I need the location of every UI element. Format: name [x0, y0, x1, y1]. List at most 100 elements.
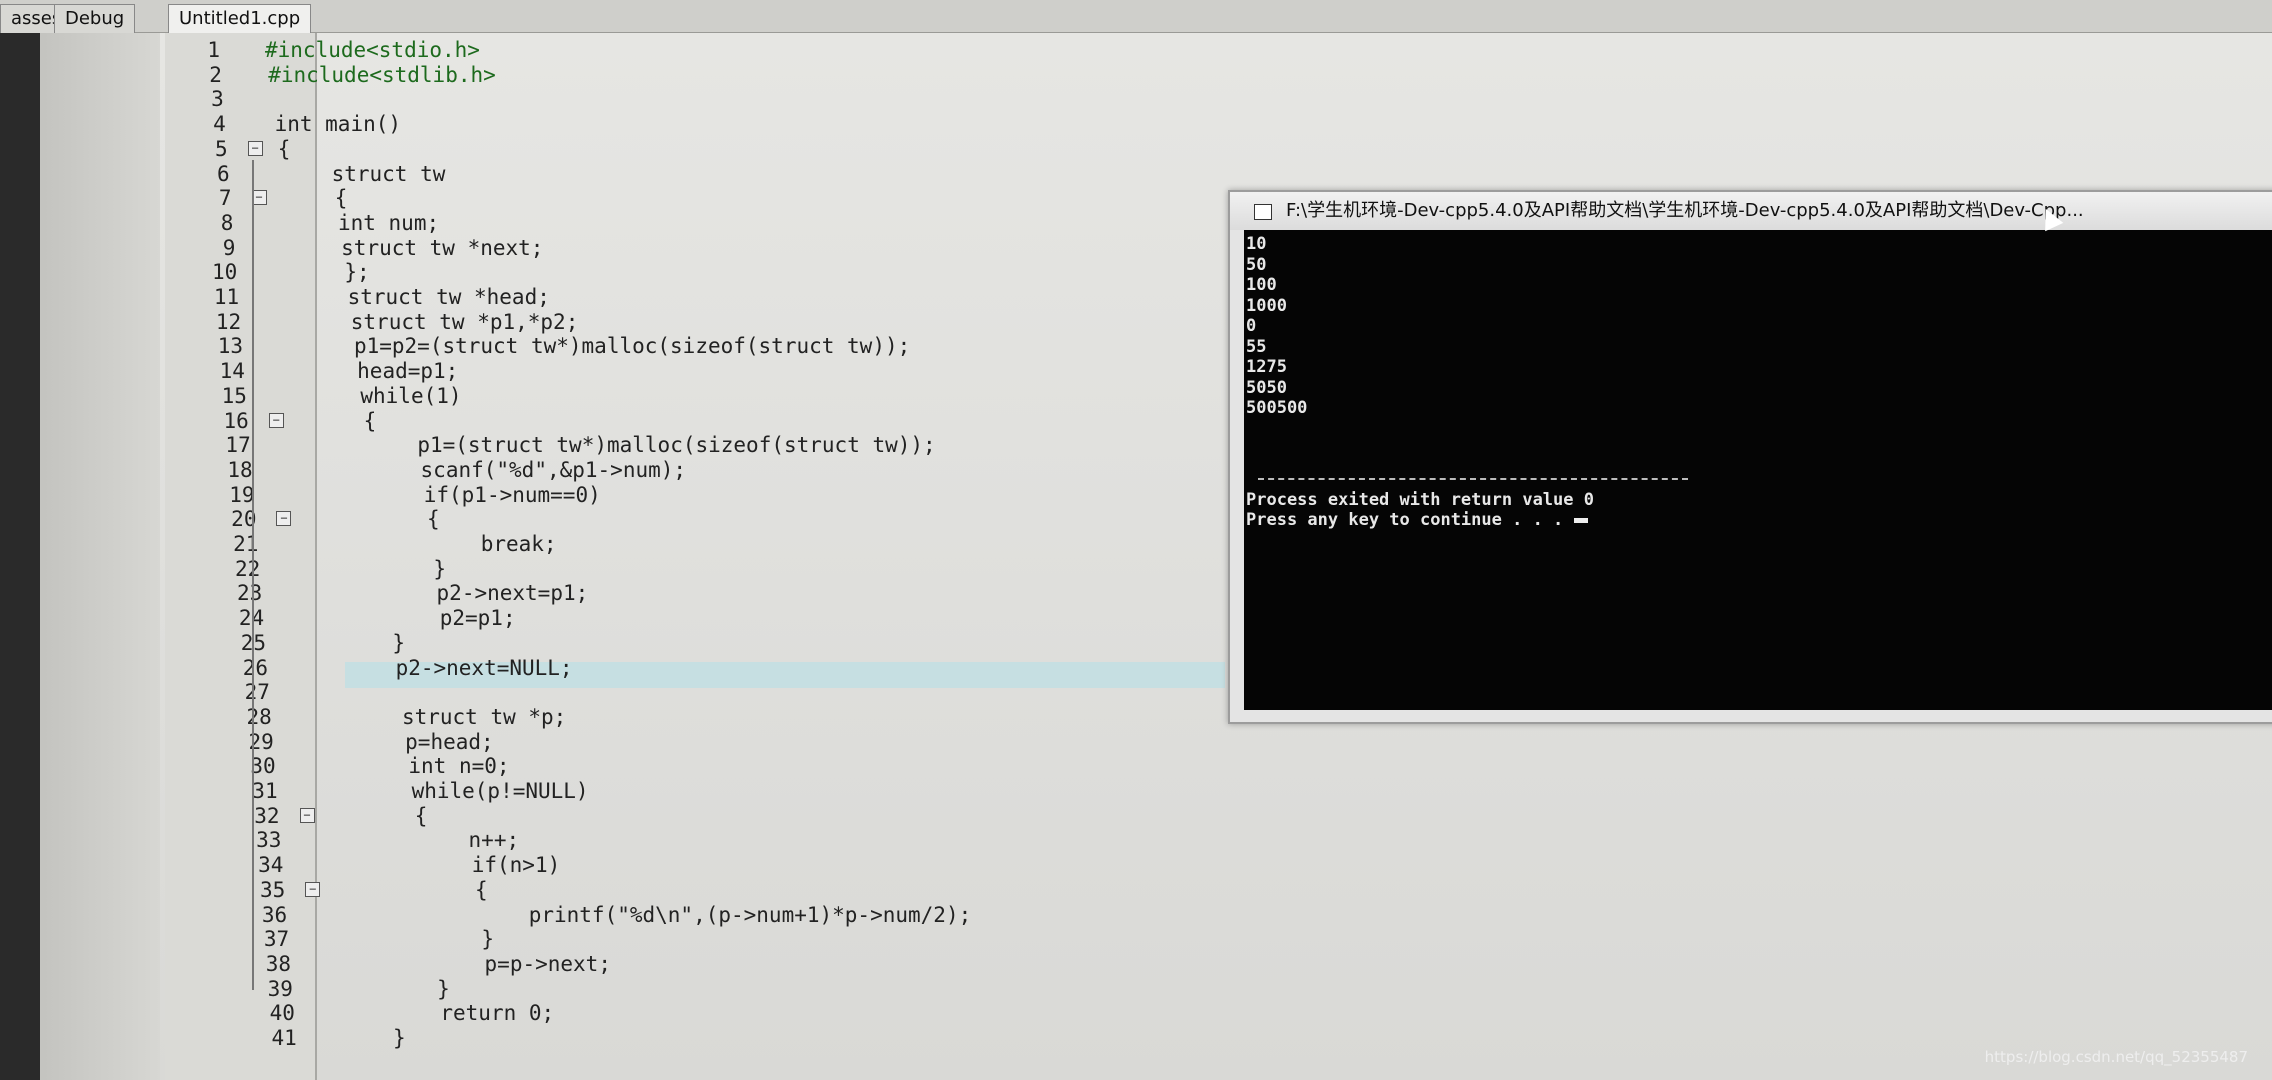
code-line[interactable]: p1=p2=(struct tw*)malloc(sizeof(struct t…: [303, 334, 910, 358]
console-app-icon: [1254, 204, 1272, 220]
output-line: 10: [1246, 234, 1267, 254]
code-line[interactable]: head=p1;: [307, 359, 458, 383]
line-number: 39: [267, 976, 293, 1001]
line-number: 4: [213, 112, 226, 137]
code-line[interactable]: {: [326, 507, 440, 531]
code-line[interactable]: {: [284, 186, 348, 210]
output-separator: [1258, 478, 1688, 482]
line-number: 8: [220, 210, 234, 235]
line-number: 6: [216, 161, 230, 186]
line-number: 29: [248, 729, 274, 754]
code-line[interactable]: p=head;: [355, 730, 494, 754]
code-line[interactable]: struct tw *next;: [291, 236, 543, 260]
code-line[interactable]: {: [313, 409, 377, 433]
line-number: 17: [225, 433, 251, 458]
output-line: 1275: [1246, 357, 1287, 377]
line-number: 38: [265, 951, 292, 976]
output-line: 5050: [1246, 377, 1287, 398]
line-number: 2: [209, 62, 222, 87]
code-line[interactable]: struct tw: [281, 162, 446, 186]
output-line: 55: [1246, 336, 1267, 357]
watermark: https://blog.csdn.net/qq_52355487: [1984, 1048, 2248, 1066]
code-line[interactable]: scanf("%d",&p1->num);: [319, 458, 687, 482]
line-number: 30: [250, 754, 276, 779]
line-number: 31: [252, 779, 278, 803]
code-line[interactable]: struct tw *head;: [297, 285, 550, 309]
code-line[interactable]: p2->next=NULL;: [345, 656, 573, 680]
code-line[interactable]: }: [380, 927, 494, 951]
code-line[interactable]: while(1): [310, 384, 461, 408]
code-line[interactable]: int n=0;: [358, 754, 509, 778]
code-line[interactable]: int num;: [287, 211, 439, 235]
code-line[interactable]: {: [278, 137, 291, 161]
line-number: 35: [259, 877, 286, 902]
line-number: 41: [271, 1026, 297, 1050]
tab-debug[interactable]: Debug: [54, 4, 136, 33]
code-line[interactable]: while(p!=NULL): [361, 779, 589, 803]
code-line[interactable]: struct tw *p;: [351, 705, 566, 729]
line-number: 11: [213, 285, 240, 309]
output-line: 1000: [1246, 295, 1287, 316]
code-line[interactable]: printf("%d\n",(p->num+1)*p->num/2);: [377, 903, 972, 927]
code-line[interactable]: {: [364, 804, 428, 828]
code-line[interactable]: p=p->next;: [383, 952, 611, 976]
line-number: 7: [218, 186, 232, 211]
fold-toggle-icon[interactable]: −: [299, 807, 315, 823]
code-line[interactable]: {: [374, 878, 488, 902]
console-output[interactable]: 10 50 100 1000 0 55 1275 5050 500500 Process exi…: [1244, 230, 2272, 710]
output-line: 50: [1246, 254, 1267, 275]
exit-message: Process exited with return value 0: [1246, 490, 1594, 510]
line-number: 3: [211, 87, 224, 112]
code-line[interactable]: }: [342, 631, 405, 655]
line-number: 20: [231, 507, 257, 532]
line-number: 21: [233, 532, 259, 556]
code-line[interactable]: p1=(struct tw*)malloc(sizeof(struct tw))…: [316, 433, 935, 457]
line-number: 10: [211, 260, 238, 285]
text-cursor: [1573, 517, 1588, 523]
line-number: 25: [206, 631, 266, 655]
line-number: 15: [221, 383, 247, 408]
line-number: 27: [244, 680, 270, 705]
fold-guide: [252, 160, 254, 990]
code-line[interactable]: p2->next=p1;: [335, 581, 589, 605]
line-number: 5: [215, 136, 228, 161]
code-line[interactable]: #include<stdlib.h>: [268, 63, 496, 87]
code-line[interactable]: struct tw *p1,*p2;: [300, 310, 579, 334]
line-number: 26: [242, 655, 268, 680]
console-title: F:\学生机环境-Dev-cpp5.4.0及API帮助文档\学生机环境-Dev-…: [1286, 200, 2084, 221]
output-line: 500500: [1246, 398, 1308, 418]
continue-message: Press any key to continue . . .: [1246, 510, 1588, 530]
code-line[interactable]: }: [387, 977, 450, 1001]
line-number: 32: [254, 803, 280, 828]
output-line: 0: [1246, 316, 1257, 336]
code-line[interactable]: int main(): [275, 112, 401, 136]
fold-toggle-icon[interactable]: −: [305, 881, 321, 897]
code-line[interactable]: }: [332, 557, 446, 581]
fold-toggle-icon[interactable]: −: [276, 511, 292, 527]
fold-toggle-icon[interactable]: −: [247, 140, 263, 156]
code-line[interactable]: if(p1->num==0): [323, 483, 601, 507]
console-titlebar[interactable]: F:\学生机环境-Dev-cpp5.4.0及API帮助文档\学生机环境-Dev-…: [1230, 192, 2272, 230]
console-window[interactable]: F:\学生机环境-Dev-cpp5.4.0及API帮助文档\学生机环境-Dev-…: [1228, 190, 2272, 724]
code-line[interactable]: if(n>1): [371, 853, 561, 877]
line-number: 19: [229, 482, 255, 507]
line-number: 36: [261, 902, 288, 927]
line-number: 12: [215, 309, 242, 334]
continue-text: Press any key to continue . . .: [1246, 510, 1564, 530]
line-number: 37: [263, 927, 290, 952]
code-line[interactable]: }: [393, 1026, 406, 1050]
tab-bar: asses Debug Untitled1.cpp: [0, 0, 2272, 33]
code-line[interactable]: return 0;: [390, 1001, 554, 1025]
line-number: 1: [207, 38, 220, 62]
code-line[interactable]: #include<stdio.h>: [265, 38, 480, 62]
tab-untitled1[interactable]: Untitled1.cpp: [168, 4, 312, 33]
code-line[interactable]: break;: [329, 532, 557, 556]
code-line[interactable]: n++;: [367, 828, 520, 852]
line-number: 18: [227, 457, 253, 482]
output-line: 100: [1246, 275, 1277, 295]
line-number: 14: [219, 359, 245, 384]
code-line[interactable]: p2=p1;: [339, 606, 516, 630]
code-line[interactable]: };: [294, 260, 369, 284]
fold-toggle-icon[interactable]: −: [268, 412, 284, 428]
line-number: 24: [204, 606, 264, 630]
